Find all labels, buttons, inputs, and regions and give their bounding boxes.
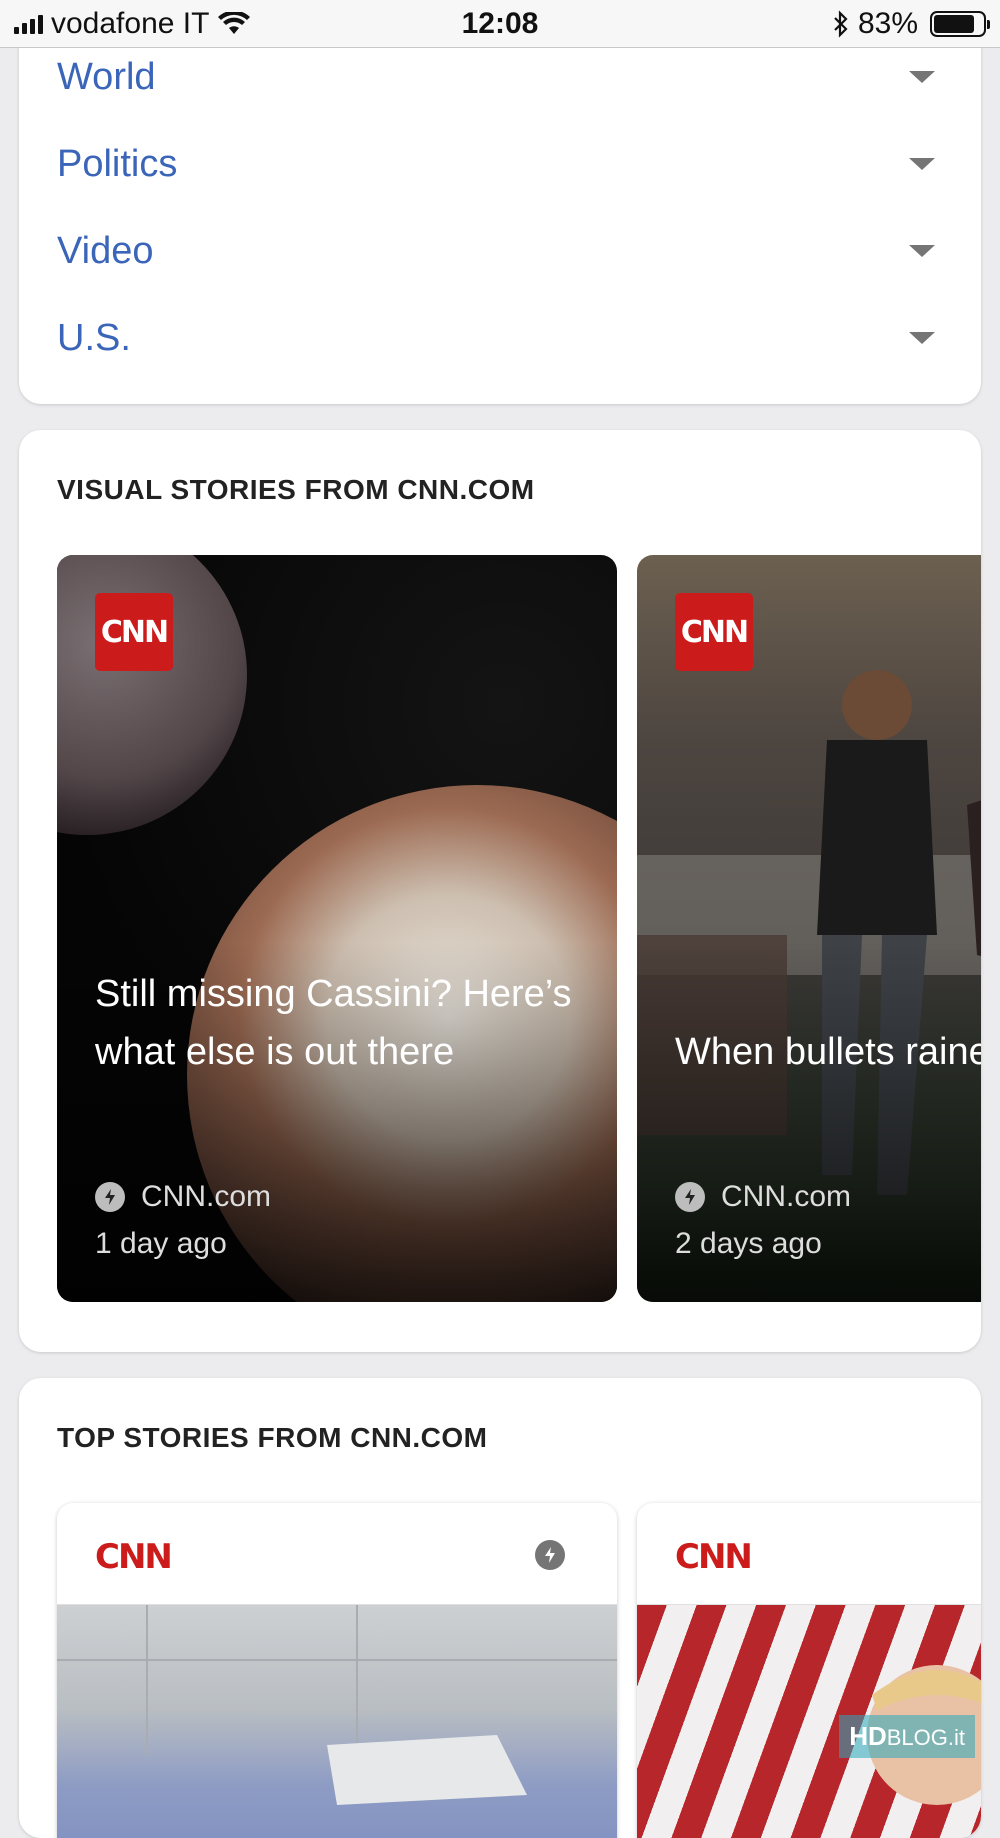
story-title: When bullets rained on Las Vegas [675,1023,981,1081]
expand-triangle-icon[interactable] [909,71,935,83]
story-source: CNN.com [95,1180,271,1214]
carrier-name: vodafone IT [51,7,209,41]
section-world[interactable]: World [57,47,935,107]
amp-bolt-icon [675,1182,705,1212]
expand-triangle-icon[interactable] [909,332,935,344]
battery-percent: 83% [858,7,918,41]
hdblog-watermark: HDBLOG.it [839,1715,975,1758]
section-video[interactable]: Video [57,221,935,281]
story-thumbnail [57,1605,617,1838]
visual-story-card[interactable]: CNN Still missing Cassini? Here’s what e… [57,555,617,1302]
story-time: 1 day ago [95,1227,227,1261]
top-story-card[interactable]: CNN [57,1503,617,1838]
expand-triangle-icon[interactable] [909,245,935,257]
sections-card: World Politics Video U.S. [19,36,981,404]
top-stories-card: TOP STORIES FROM CNN.COM CNN CNN [19,1378,981,1838]
cnn-logo: CNN [675,1537,751,1577]
visual-story-card[interactable]: CNN When bullets rained on Las Vegas CNN… [637,555,981,1302]
top-story-card[interactable]: CNN [637,1503,981,1838]
story-time: 2 days ago [675,1227,822,1261]
section-us[interactable]: U.S. [57,308,935,368]
story-source-name: CNN.com [141,1180,271,1214]
signal-icon [14,14,43,34]
section-label: World [57,56,156,99]
watermark-main: HD [849,1721,887,1751]
watermark-suffix: BLOG.it [887,1725,965,1750]
section-label: U.S. [57,317,131,360]
visual-stories-heading: VISUAL STORIES FROM CNN.COM [57,474,535,506]
section-label: Politics [57,143,177,186]
story-source-name: CNN.com [721,1180,851,1214]
top-story-header: CNN [637,1503,981,1605]
wifi-icon [217,12,251,36]
section-label: Video [57,230,154,273]
amp-bolt-icon [535,1540,565,1570]
thumbnail-graphic [57,1605,617,1838]
top-story-header: CNN [57,1503,617,1605]
bluetooth-icon [832,10,850,38]
section-politics[interactable]: Politics [57,134,935,194]
cnn-logo: CNN [95,1537,171,1577]
expand-triangle-icon[interactable] [909,158,935,170]
visual-stories-card: VISUAL STORIES FROM CNN.COM [19,430,981,1352]
amp-bolt-icon [95,1182,125,1212]
cnn-badge-logo: CNN [95,593,173,671]
story-source: CNN.com [675,1180,851,1214]
cnn-badge-logo: CNN [675,593,753,671]
battery-level [934,15,974,33]
battery-icon [930,11,986,37]
status-bar: vodafone IT 12:08 83% [0,0,1000,48]
top-stories-heading: TOP STORIES FROM CNN.COM [57,1422,487,1454]
story-title: Still missing Cassini? Here’s what else … [95,965,577,1081]
